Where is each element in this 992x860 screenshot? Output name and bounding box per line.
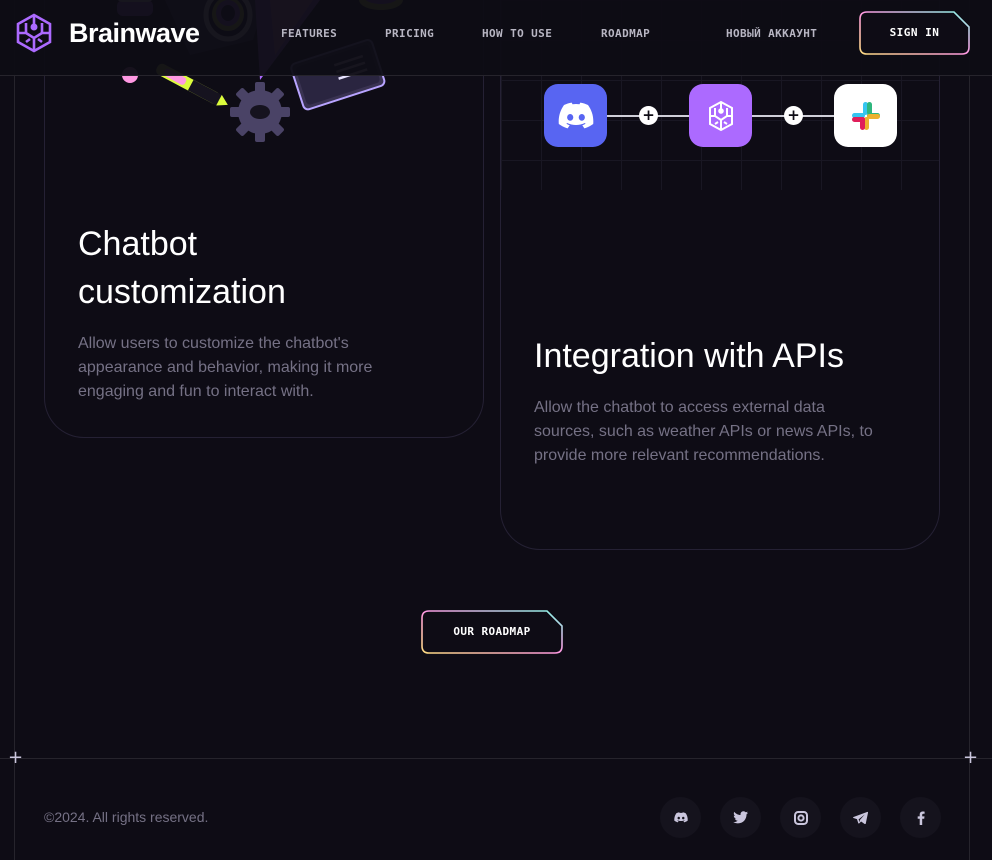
nav-how-to-use[interactable]: HOW TO USE (482, 27, 552, 40)
footer-divider (0, 758, 992, 759)
instagram-icon (793, 810, 808, 825)
our-roadmap-button[interactable]: OUR ROADMAP (421, 610, 563, 654)
social-facebook-link[interactable] (900, 797, 941, 838)
plus-icon: + (784, 106, 803, 125)
slack-icon[interactable] (834, 84, 897, 147)
social-discord-link[interactable] (660, 797, 701, 838)
card-title: Integration with APIs (534, 337, 844, 375)
copyright-text: ©2024. All rights reserved. (44, 809, 209, 825)
corner-plus-icon: + (8, 747, 24, 768)
plus-icon: + (639, 106, 658, 125)
nav-pricing[interactable]: PRICING (385, 27, 434, 40)
nav-roadmap[interactable]: ROADMAP (601, 27, 650, 40)
brainwave-logo-icon (16, 13, 52, 53)
frame-line-right (969, 0, 970, 860)
new-account-link[interactable]: НОВЫЙ АККАУНТ (726, 27, 817, 40)
facebook-icon (917, 811, 925, 825)
twitter-icon (733, 811, 748, 824)
brainwave-icon[interactable] (689, 84, 752, 147)
card-title: Chatbot customization (78, 225, 286, 311)
social-telegram-link[interactable] (840, 797, 881, 838)
sign-in-button[interactable]: SIGN IN (859, 11, 970, 55)
corner-plus-icon: + (963, 747, 979, 768)
brand-name: Brainwave (69, 17, 200, 48)
discord-icon[interactable] (544, 84, 607, 147)
card-description: Allow the chatbot to access external dat… (534, 399, 873, 464)
frame-line-left (14, 0, 15, 860)
social-instagram-link[interactable] (780, 797, 821, 838)
social-twitter-link[interactable] (720, 797, 761, 838)
telegram-icon (853, 811, 868, 824)
feature-card-integration-apis: + + Integration with APIs Allow the chat… (500, 0, 940, 550)
brand-logo[interactable]: Brainwave (13, 12, 200, 54)
card-description: Allow users to customize the chatbot's a… (78, 335, 373, 400)
site-header: Brainwave FEATURES PRICING HOW TO USE RO… (0, 0, 992, 76)
nav-features[interactable]: FEATURES (281, 27, 337, 40)
discord-icon (673, 812, 688, 823)
